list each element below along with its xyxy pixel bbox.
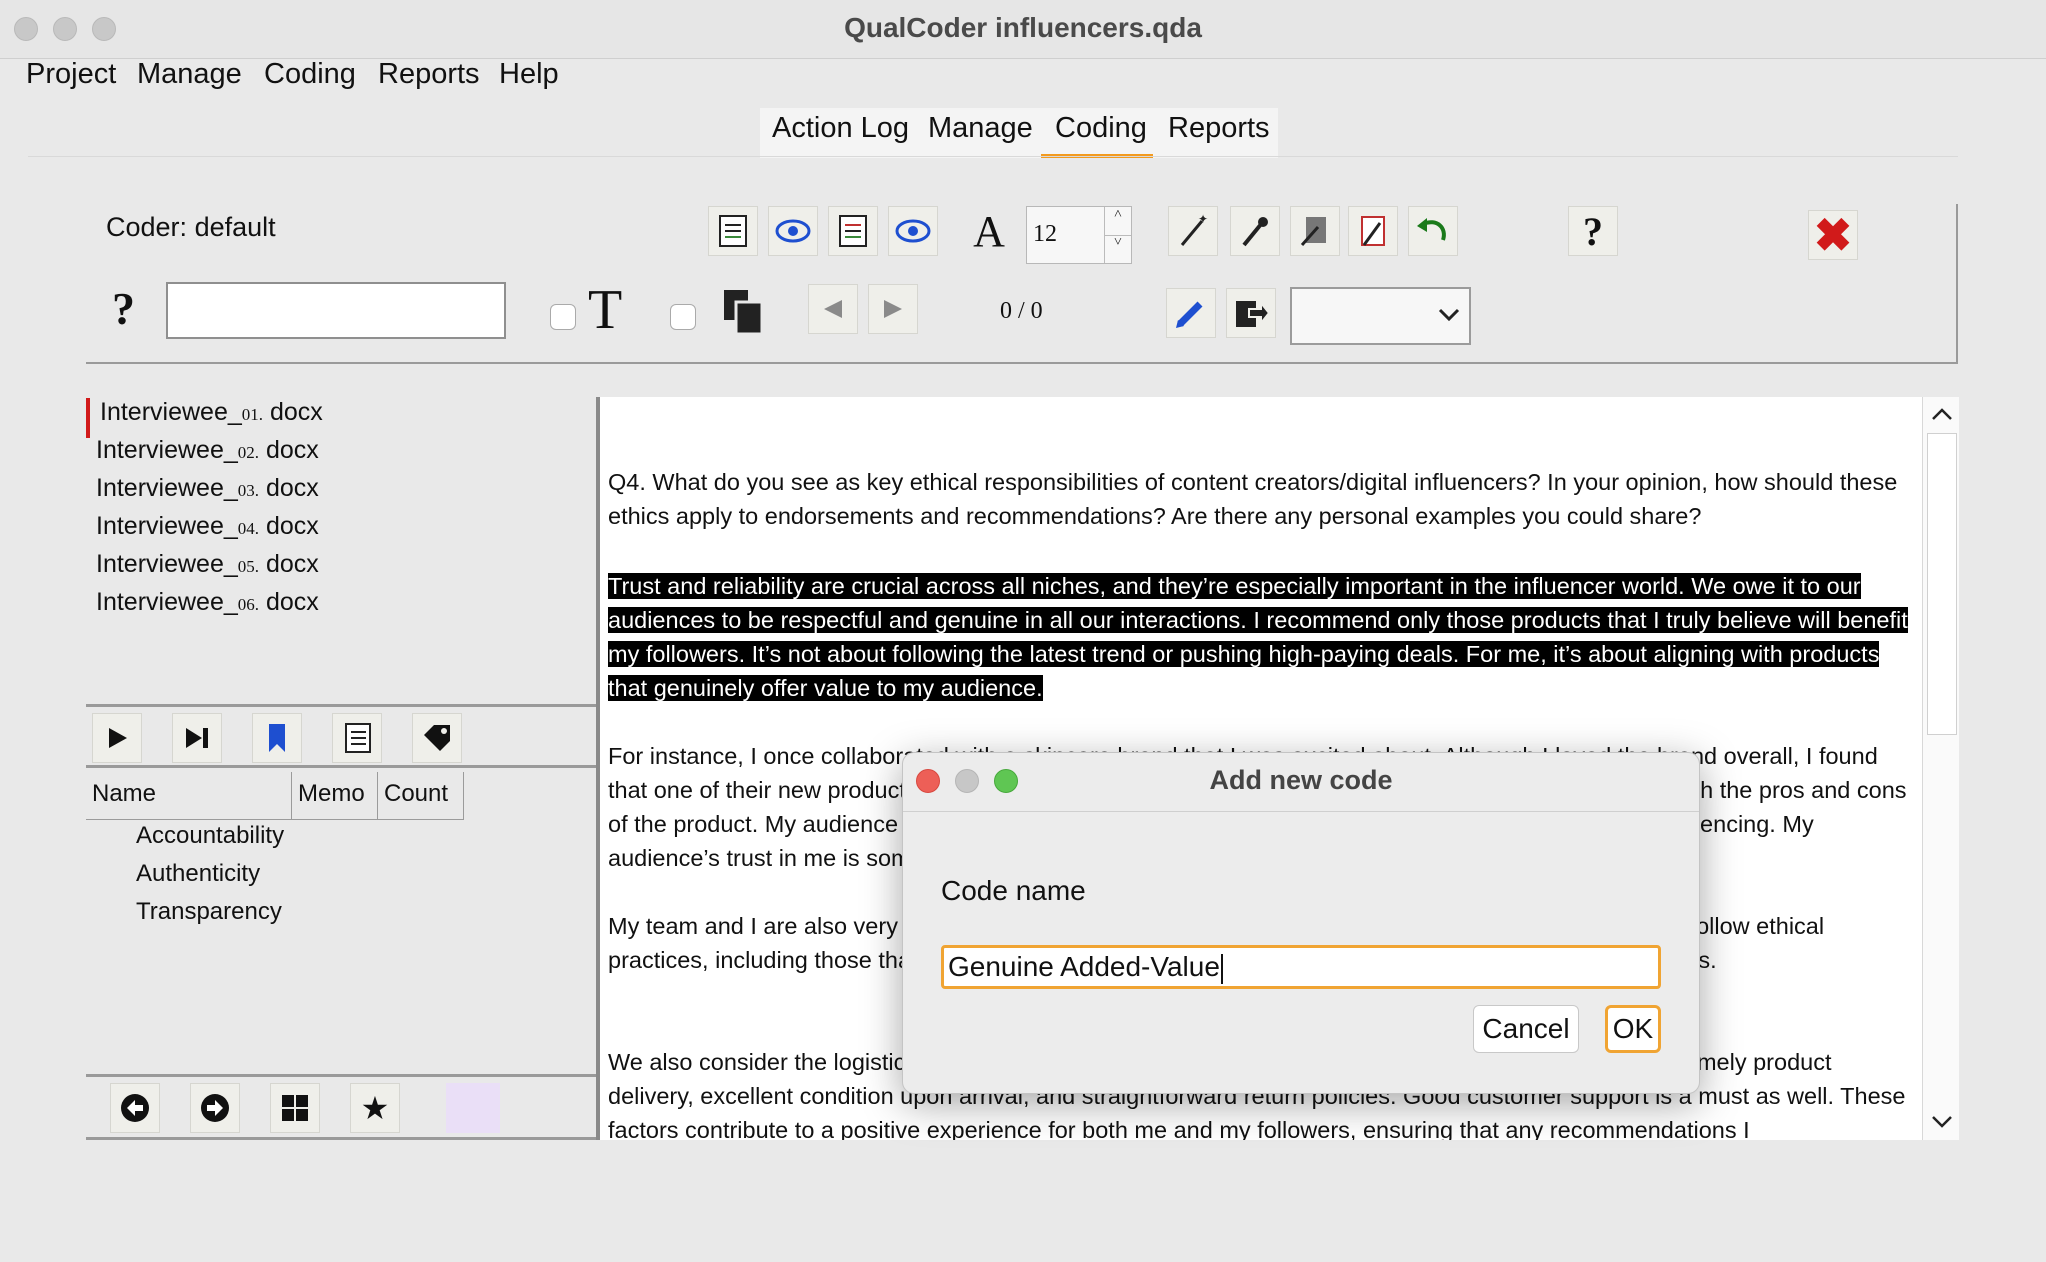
- annotate-document-icon[interactable]: [708, 206, 758, 256]
- copy-icon[interactable]: [722, 288, 768, 343]
- add-code-dialog: Add new code Code name Genuine Added-Val…: [902, 752, 1700, 1094]
- star-icon[interactable]: ★: [350, 1083, 400, 1133]
- auto-code-sentences-icon[interactable]: [1290, 206, 1340, 256]
- svg-text:✦: ✦: [1198, 213, 1208, 226]
- remove-auto-code-icon[interactable]: [1348, 206, 1398, 256]
- bottom-toolbar: ★: [86, 1074, 596, 1140]
- file-list: Interviewee_01. docx Interviewee_02. doc…: [86, 394, 596, 704]
- menu-reports[interactable]: Reports: [378, 58, 480, 91]
- auto-code-icon[interactable]: [1230, 206, 1280, 256]
- scroll-up-icon[interactable]: [1931, 407, 1953, 421]
- skip-next-icon[interactable]: [172, 713, 222, 763]
- arrow-left-icon[interactable]: [110, 1083, 160, 1133]
- file-item[interactable]: Interviewee_05. docx: [96, 550, 319, 579]
- vertical-scrollbar[interactable]: [1922, 397, 1959, 1140]
- highlighted-selection[interactable]: Trust and reliability are crucial across…: [608, 573, 1908, 701]
- help-button[interactable]: ?: [1568, 206, 1618, 256]
- code-name-input[interactable]: Genuine Added-Value: [941, 945, 1661, 989]
- search-case-checkbox[interactable]: [550, 304, 576, 330]
- current-file-marker: [86, 398, 90, 438]
- code-magic-wand-icon[interactable]: ✦: [1168, 206, 1218, 256]
- arrow-right-icon[interactable]: [190, 1083, 240, 1133]
- coder-label-text: Coder:: [106, 212, 188, 242]
- file-item[interactable]: Interviewee_03. docx: [96, 474, 319, 503]
- font-size-spinbox[interactable]: 12 ˄ ˅: [1026, 206, 1132, 264]
- file-item[interactable]: Interviewee_06. docx: [96, 588, 319, 617]
- search-help-icon[interactable]: ?: [112, 282, 135, 335]
- tab-divider: [28, 156, 1958, 157]
- code-toolbar: [86, 704, 596, 768]
- grid-icon[interactable]: [270, 1083, 320, 1133]
- file-item[interactable]: Interviewee_02. docx: [96, 436, 319, 465]
- previous-match-button[interactable]: [808, 284, 858, 334]
- view-annotations-eye-icon[interactable]: [768, 206, 818, 256]
- bookmark-icon[interactable]: [252, 713, 302, 763]
- play-icon[interactable]: [92, 713, 142, 763]
- menu-coding[interactable]: Coding: [264, 58, 356, 91]
- font-size-value: 12: [1033, 221, 1057, 247]
- memo-document-icon[interactable]: [828, 206, 878, 256]
- search-all-files-checkbox[interactable]: [670, 304, 696, 330]
- scrollbar-thumb[interactable]: [1927, 433, 1957, 735]
- text-cursor: [1220, 953, 1223, 984]
- column-memo[interactable]: Memo: [292, 772, 378, 820]
- coder-label: Coder: default: [106, 212, 276, 243]
- color-swatch[interactable]: [446, 1083, 500, 1133]
- scroll-down-icon[interactable]: [1931, 1115, 1953, 1129]
- tab-manage[interactable]: Manage: [928, 112, 1033, 145]
- font-size-up-button[interactable]: ˄: [1104, 207, 1131, 236]
- main-tabs: Action Log Manage Coding Reports: [760, 108, 1278, 158]
- menu-manage[interactable]: Manage: [137, 58, 242, 91]
- menu-help[interactable]: Help: [499, 58, 559, 91]
- search-input[interactable]: [166, 282, 506, 339]
- tab-coding[interactable]: Coding: [1055, 112, 1147, 145]
- coded-paragraph[interactable]: Trust and reliability are crucial across…: [608, 569, 1918, 705]
- dialog-title: Add new code: [1209, 765, 1393, 795]
- text-toggle-icon[interactable]: T: [588, 282, 622, 338]
- window-title: QualCoder influencers.qda: [844, 12, 1202, 43]
- column-name[interactable]: Name: [86, 772, 292, 820]
- title-bar: QualCoder influencers.qda: [0, 0, 2046, 59]
- file-item[interactable]: Interviewee_04. docx: [96, 512, 319, 541]
- font-size-icon: A: [973, 206, 1005, 256]
- tab-reports[interactable]: Reports: [1168, 112, 1270, 145]
- code-name-value: Genuine Added-Value: [948, 951, 1220, 982]
- code-tree: Name Memo Count Accountability Authentic…: [86, 772, 596, 1074]
- tag-icon[interactable]: [412, 713, 462, 763]
- ok-button[interactable]: OK: [1605, 1005, 1661, 1053]
- menu-project[interactable]: Project: [26, 58, 116, 91]
- code-name-label: Code name: [941, 875, 1086, 906]
- question-paragraph[interactable]: Q4. What do you see as key ethical respo…: [608, 465, 1918, 533]
- view-memos-eye-icon[interactable]: [888, 206, 938, 256]
- match-counter: 0 / 0: [1000, 298, 1043, 324]
- column-count[interactable]: Count: [378, 772, 464, 820]
- filter-dropdown[interactable]: [1290, 287, 1471, 345]
- edit-pencil-icon[interactable]: [1166, 288, 1216, 338]
- undo-icon[interactable]: [1408, 206, 1458, 256]
- next-match-button[interactable]: [868, 284, 918, 334]
- menu-bar: Project Manage Coding Reports Help: [0, 58, 2046, 98]
- close-icon[interactable]: ✖: [1808, 209, 1858, 261]
- file-item[interactable]: Interviewee_01. docx: [100, 398, 323, 427]
- code-item[interactable]: Authenticity: [136, 860, 260, 888]
- cancel-button[interactable]: Cancel: [1473, 1005, 1579, 1053]
- memo-list-icon[interactable]: [332, 713, 382, 763]
- chevron-down-icon: [1438, 308, 1460, 322]
- font-size-down-button[interactable]: ˅: [1104, 235, 1131, 263]
- code-item[interactable]: Accountability: [136, 822, 284, 850]
- tab-action-log[interactable]: Action Log: [772, 112, 909, 145]
- export-icon[interactable]: [1226, 288, 1276, 338]
- coder-name: default: [194, 212, 276, 242]
- code-item[interactable]: Transparency: [136, 898, 282, 926]
